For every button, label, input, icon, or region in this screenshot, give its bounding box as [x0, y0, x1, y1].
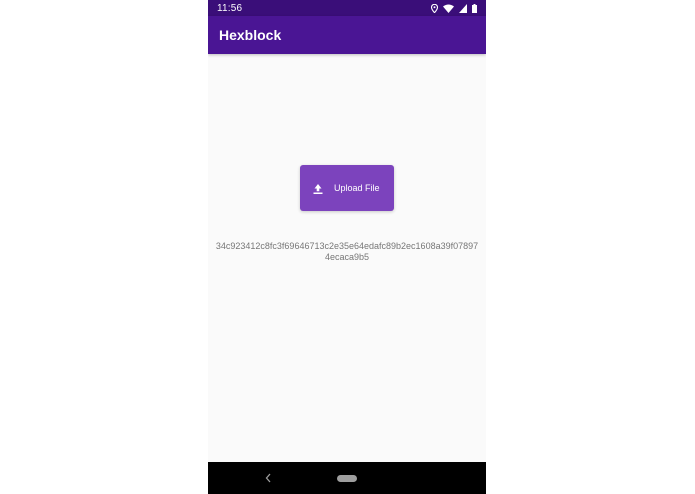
upload-button-label: Upload File [334, 183, 380, 193]
home-pill[interactable] [337, 475, 357, 482]
battery-icon [472, 3, 477, 13]
file-hash-text: 34c923412c8fc3f69646713c2e35e64edafc89b2… [215, 241, 479, 262]
wifi-icon [443, 4, 454, 13]
signal-icon [459, 3, 467, 13]
status-bar: 11:56 [208, 0, 486, 16]
navigation-bar [208, 462, 486, 494]
phone-screen: 11:56 Hexblock Upload File 34c923412c8fc… [208, 0, 486, 494]
status-time: 11:56 [217, 2, 243, 14]
app-title: Hexblock [219, 27, 282, 43]
back-icon[interactable] [264, 472, 272, 484]
main-content: Upload File 34c923412c8fc3f69646713c2e35… [208, 54, 486, 462]
app-bar: Hexblock [208, 16, 486, 54]
upload-file-button[interactable]: Upload File [300, 165, 394, 211]
upload-icon [313, 184, 323, 194]
location-icon [431, 3, 438, 13]
status-icons [431, 3, 477, 13]
